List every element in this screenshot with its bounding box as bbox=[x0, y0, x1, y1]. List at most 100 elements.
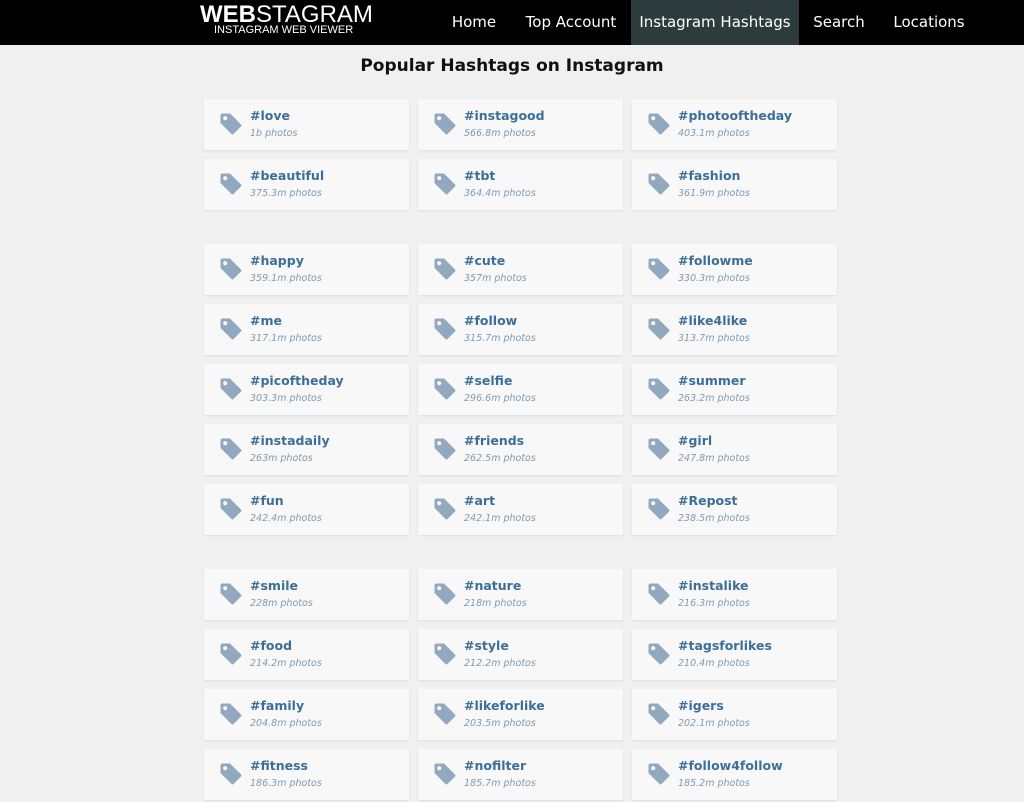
hashtag-name[interactable]: #fitness bbox=[250, 758, 308, 774]
hashtag-name[interactable]: #likeforlike bbox=[464, 698, 545, 714]
hashtag-card[interactable]: #follow 315.7m photos bbox=[418, 304, 623, 355]
hashtag-photo-count: 214.2m photos bbox=[250, 658, 322, 669]
nav-instagram-hashtags[interactable]: Instagram Hashtags bbox=[631, 0, 799, 45]
hashtag-card[interactable]: #food 214.2m photos bbox=[204, 629, 409, 680]
hashtag-photo-count: 263m photos bbox=[250, 453, 313, 464]
hashtag-photo-count: 1b photos bbox=[250, 128, 298, 139]
hashtag-name[interactable]: #girl bbox=[678, 433, 712, 449]
hashtag-name[interactable]: #cute bbox=[464, 253, 505, 269]
hashtag-card[interactable]: #happy 359.1m photos bbox=[204, 244, 409, 295]
tag-icon bbox=[647, 702, 671, 726]
hashtag-photo-count: 375.3m photos bbox=[250, 188, 322, 199]
tag-icon bbox=[219, 112, 243, 136]
hashtag-photo-count: 361.9m photos bbox=[678, 188, 750, 199]
page-title: Popular Hashtags on Instagram bbox=[360, 56, 664, 76]
hashtag-card[interactable]: #selfie 296.6m photos bbox=[418, 364, 623, 415]
hashtag-name[interactable]: #beautiful bbox=[250, 168, 324, 184]
hashtag-card[interactable]: #igers 202.1m photos bbox=[632, 689, 837, 740]
hashtag-photo-count: 204.8m photos bbox=[250, 718, 322, 729]
site-logo[interactable]: WEBSTAGRAM INSTAGRAM WEB VIEWER bbox=[200, 1, 373, 41]
hashtag-name[interactable]: #instadaily bbox=[250, 433, 330, 449]
hashtag-card[interactable]: #photooftheday 403.1m photos bbox=[632, 99, 837, 150]
hashtag-card[interactable]: #fashion 361.9m photos bbox=[632, 159, 837, 210]
hashtag-name[interactable]: #summer bbox=[678, 373, 746, 389]
hashtag-name[interactable]: #picoftheday bbox=[250, 373, 344, 389]
hashtag-card[interactable]: #family 204.8m photos bbox=[204, 689, 409, 740]
hashtag-card[interactable]: #friends 262.5m photos bbox=[418, 424, 623, 475]
hashtag-name[interactable]: #instalike bbox=[678, 578, 749, 594]
hashtag-card[interactable]: #tagsforlikes 210.4m photos bbox=[632, 629, 837, 680]
hashtag-name[interactable]: #instagood bbox=[464, 108, 545, 124]
hashtag-name[interactable]: #family bbox=[250, 698, 304, 714]
hashtag-name[interactable]: #nature bbox=[464, 578, 521, 594]
hashtag-card[interactable]: #follow4follow 185.2m photos bbox=[632, 749, 837, 800]
hashtag-card[interactable]: #like4like 313.7m photos bbox=[632, 304, 837, 355]
hashtag-card[interactable]: #picoftheday 303.3m photos bbox=[204, 364, 409, 415]
hashtag-name[interactable]: #nofilter bbox=[464, 758, 526, 774]
tag-icon bbox=[647, 762, 671, 786]
hashtag-name[interactable]: #selfie bbox=[464, 373, 512, 389]
hashtag-name[interactable]: #me bbox=[250, 313, 282, 329]
hashtag-card[interactable]: #cute 357m photos bbox=[418, 244, 623, 295]
tag-icon bbox=[219, 317, 243, 341]
hashtag-card[interactable]: #smile 228m photos bbox=[204, 569, 409, 620]
hashtag-photo-count: 185.2m photos bbox=[678, 778, 750, 789]
hashtag-photo-count: 186.3m photos bbox=[250, 778, 322, 789]
hashtag-card[interactable]: #instadaily 263m photos bbox=[204, 424, 409, 475]
tag-icon bbox=[219, 257, 243, 281]
hashtag-card[interactable]: #fitness 186.3m photos bbox=[204, 749, 409, 800]
hashtag-name[interactable]: #friends bbox=[464, 433, 524, 449]
tag-icon bbox=[647, 642, 671, 666]
hashtag-card[interactable]: #instalike 216.3m photos bbox=[632, 569, 837, 620]
tag-icon bbox=[647, 172, 671, 196]
hashtag-name[interactable]: #happy bbox=[250, 253, 304, 269]
hashtag-card[interactable]: #beautiful 375.3m photos bbox=[204, 159, 409, 210]
hashtag-name[interactable]: #food bbox=[250, 638, 292, 654]
hashtag-name[interactable]: #follow4follow bbox=[678, 758, 783, 774]
hashtag-card[interactable]: #fun 242.4m photos bbox=[204, 484, 409, 535]
hashtag-photo-count: 212.2m photos bbox=[464, 658, 536, 669]
hashtag-card[interactable]: #girl 247.8m photos bbox=[632, 424, 837, 475]
hashtag-name[interactable]: #photooftheday bbox=[678, 108, 792, 124]
hashtag-photo-count: 202.1m photos bbox=[678, 718, 750, 729]
hashtag-name[interactable]: #art bbox=[464, 493, 495, 509]
hashtag-name[interactable]: #follow bbox=[464, 313, 517, 329]
hashtag-name[interactable]: #like4like bbox=[678, 313, 747, 329]
hashtag-name[interactable]: #smile bbox=[250, 578, 298, 594]
hashtag-name[interactable]: #fashion bbox=[678, 168, 740, 184]
hashtag-card[interactable]: #instagood 566.8m photos bbox=[418, 99, 623, 150]
hashtag-card[interactable]: #style 212.2m photos bbox=[418, 629, 623, 680]
hashtag-name[interactable]: #fun bbox=[250, 493, 284, 509]
hashtag-name[interactable]: #tagsforlikes bbox=[678, 638, 772, 654]
tag-icon bbox=[647, 582, 671, 606]
hashtag-card[interactable]: #art 242.1m photos bbox=[418, 484, 623, 535]
hashtag-card[interactable]: #Repost 238.5m photos bbox=[632, 484, 837, 535]
nav-home[interactable]: Home bbox=[438, 0, 510, 45]
nav-top-account[interactable]: Top Account bbox=[515, 0, 627, 45]
hashtag-card[interactable]: #love 1b photos bbox=[204, 99, 409, 150]
hashtag-card[interactable]: #tbt 364.4m photos bbox=[418, 159, 623, 210]
hashtag-name[interactable]: #style bbox=[464, 638, 509, 654]
hashtag-photo-count: 218m photos bbox=[464, 598, 527, 609]
tag-icon bbox=[433, 317, 457, 341]
hashtag-name[interactable]: #followme bbox=[678, 253, 753, 269]
hashtag-card[interactable]: #nofilter 185.7m photos bbox=[418, 749, 623, 800]
hashtag-photo-count: 242.1m photos bbox=[464, 513, 536, 524]
nav-locations[interactable]: Locations bbox=[881, 0, 977, 45]
hashtag-card[interactable]: #followme 330.3m photos bbox=[632, 244, 837, 295]
hashtag-card[interactable]: #me 317.1m photos bbox=[204, 304, 409, 355]
hashtag-name[interactable]: #love bbox=[250, 108, 290, 124]
hashtag-card[interactable]: #summer 263.2m photos bbox=[632, 364, 837, 415]
tag-icon bbox=[219, 582, 243, 606]
hashtag-photo-count: 296.6m photos bbox=[464, 393, 536, 404]
hashtag-name[interactable]: #igers bbox=[678, 698, 724, 714]
tag-icon bbox=[219, 377, 243, 401]
tag-icon bbox=[219, 172, 243, 196]
nav-search[interactable]: Search bbox=[803, 0, 875, 45]
hashtag-card[interactable]: #nature 218m photos bbox=[418, 569, 623, 620]
hashtag-name[interactable]: #Repost bbox=[678, 493, 738, 509]
tag-icon bbox=[433, 702, 457, 726]
logo-subtitle: INSTAGRAM WEB VIEWER bbox=[214, 24, 354, 36]
hashtag-card[interactable]: #likeforlike 203.5m photos bbox=[418, 689, 623, 740]
hashtag-name[interactable]: #tbt bbox=[464, 168, 495, 184]
